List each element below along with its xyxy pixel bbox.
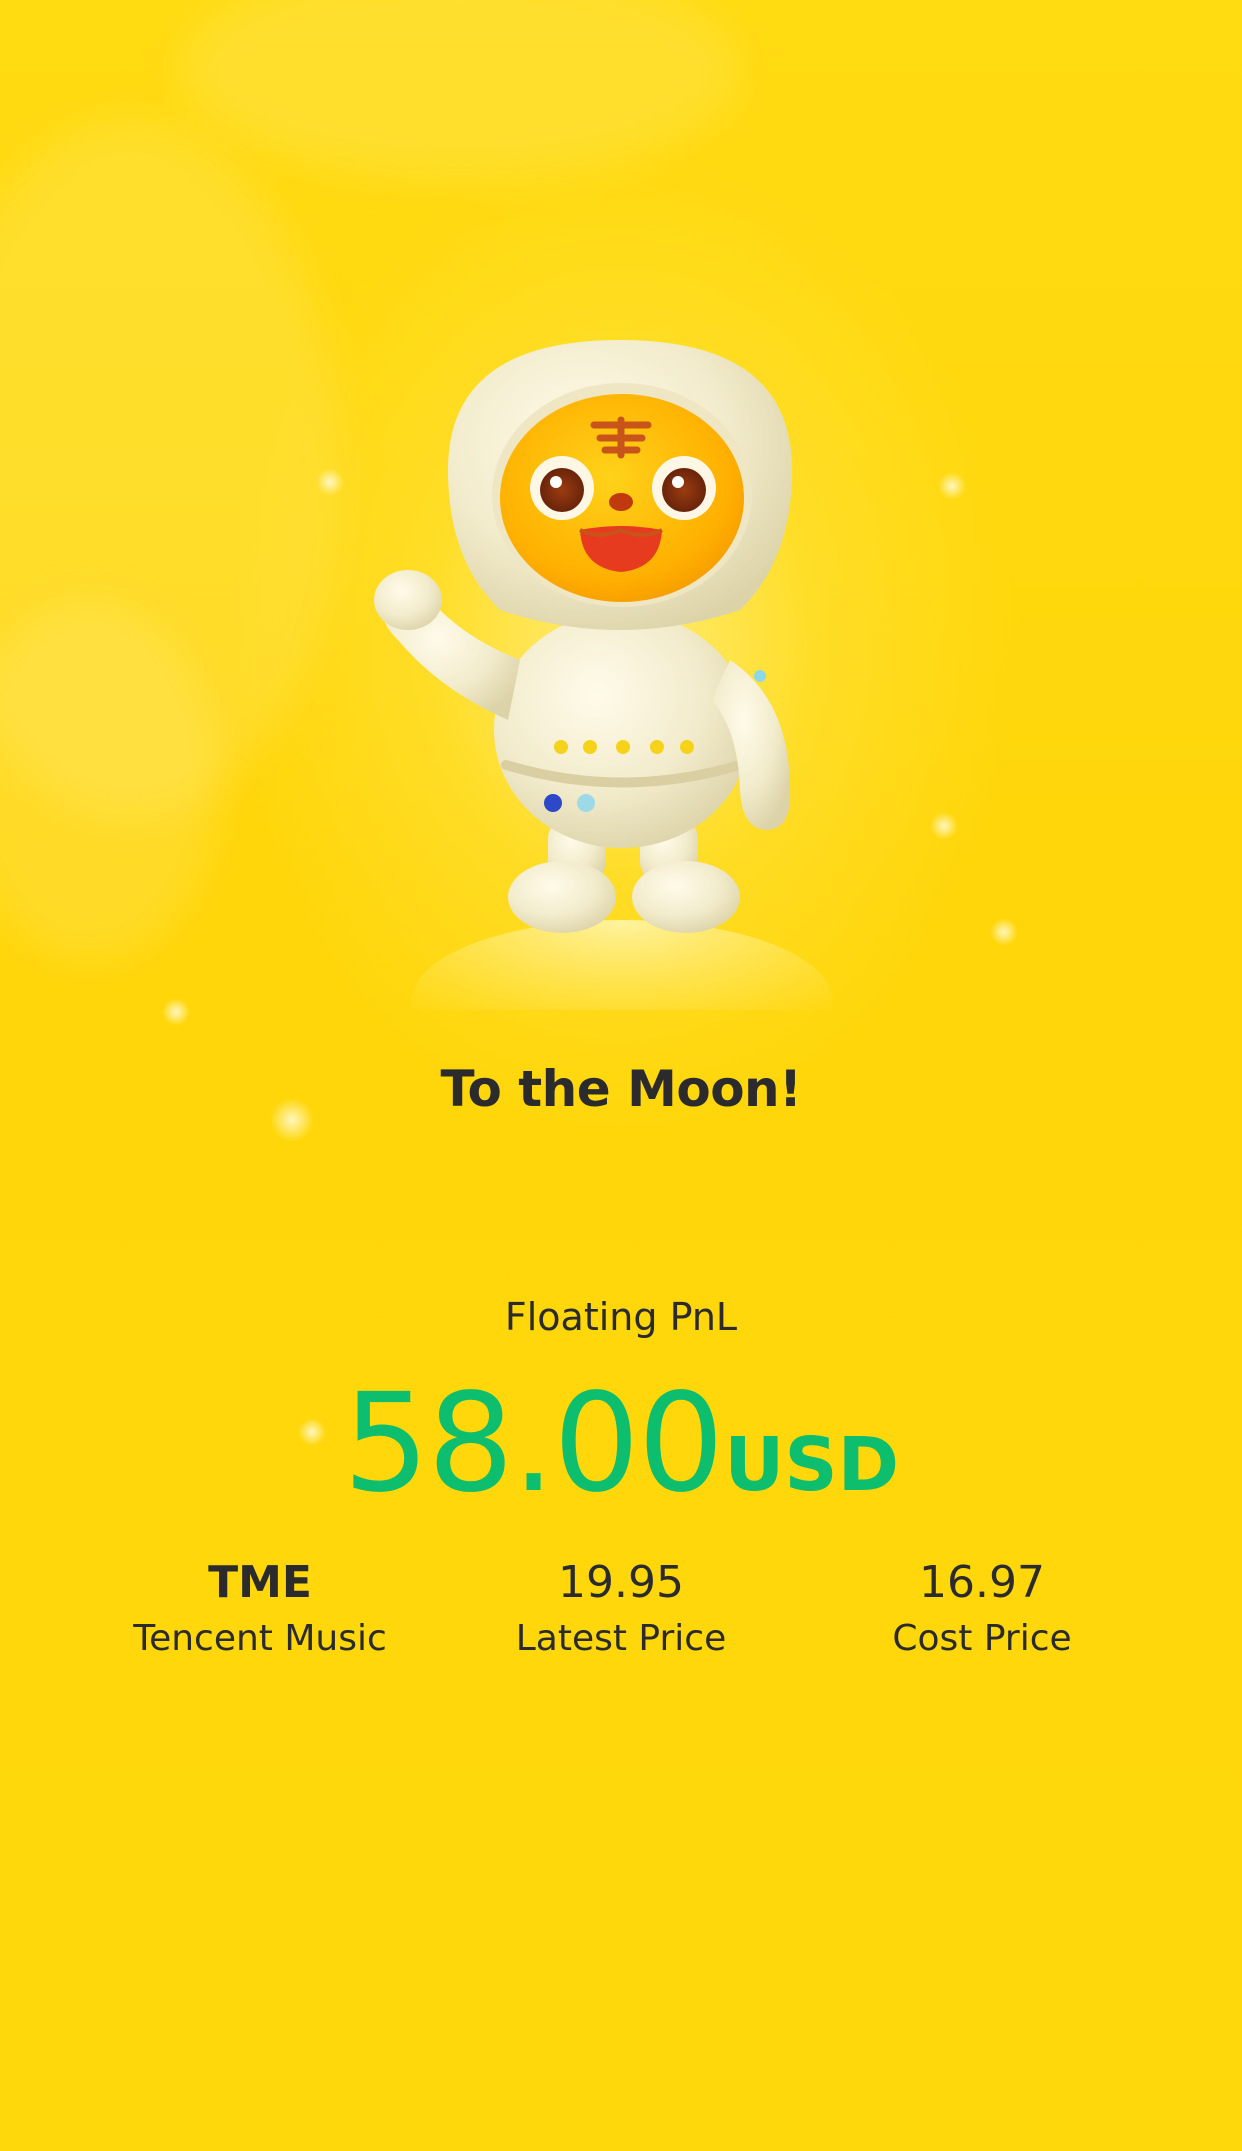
pnl-label: Floating PnL: [504, 1295, 738, 1339]
share-card: To the Moon! Floating PnL 58.00USD TME T…: [0, 0, 1242, 2151]
stat-cost-price: 16.97 Cost Price: [802, 1555, 1162, 1667]
helmet: [448, 340, 792, 630]
latest-price-value: 19.95: [558, 1557, 684, 1608]
stat-ticker: TME Tencent Music: [80, 1555, 440, 1667]
company-name: Tencent Music: [133, 1618, 387, 1659]
pnl-amount: 58.00: [342, 1365, 724, 1523]
pnl-currency: USD: [724, 1422, 900, 1508]
latest-price-label: Latest Price: [515, 1618, 727, 1659]
ticker-symbol: TME: [208, 1557, 312, 1608]
suit-body: [494, 612, 750, 848]
headline: To the Moon!: [440, 1060, 802, 1118]
pnl-value: 58.00USD: [0, 1365, 1242, 1523]
tiger-astronaut-illustration: [374, 340, 832, 1010]
cost-price-label: Cost Price: [892, 1618, 1072, 1659]
stat-latest-price: 19.95 Latest Price: [441, 1555, 801, 1667]
moon-surface: [412, 920, 832, 1010]
stats-row: TME Tencent Music 19.95 Latest Price 16.…: [0, 1555, 1242, 1675]
cost-price-value: 16.97: [919, 1557, 1045, 1608]
